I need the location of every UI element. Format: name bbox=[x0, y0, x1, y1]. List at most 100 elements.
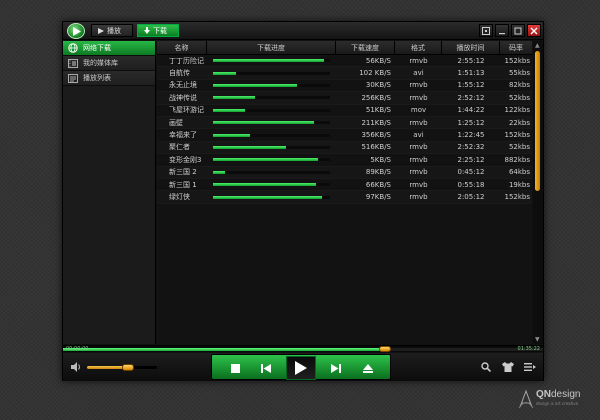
cell-progress bbox=[207, 191, 336, 203]
cell-time: 1:22:45 bbox=[457, 131, 485, 140]
eject-icon bbox=[363, 363, 373, 373]
play-icon bbox=[98, 27, 104, 34]
cell-format: rmvb bbox=[409, 93, 428, 102]
volume-thumb[interactable] bbox=[121, 364, 134, 371]
table-row[interactable]: 变形金刚3 5KB/S rmvb 2:25:12 882kbs bbox=[157, 154, 532, 167]
table-row[interactable]: 丁丁历险记 56KB/S rmvb 2:55:12 152kbs bbox=[157, 55, 532, 68]
cell-name: 永无止境 bbox=[169, 81, 197, 90]
table-row[interactable]: 自航传 102 KB/S avi 1:51:13 55kbs bbox=[157, 67, 532, 80]
player-window: 播放 下载 网络下载 我的媒体库 播放列表 名称 下载进度 下载速度 格式 播放… bbox=[62, 21, 544, 381]
table-row[interactable]: 新三国 2 89KB/S rmvb 0:45:12 64kbs bbox=[157, 166, 532, 179]
table-row[interactable]: 幸福来了 356KB/S avi 1:22:45 152kbs bbox=[157, 129, 532, 142]
qn-design-logo-icon bbox=[518, 389, 534, 409]
volume-slider[interactable] bbox=[87, 364, 157, 371]
progress-track bbox=[213, 195, 330, 199]
progress-track bbox=[213, 158, 330, 162]
sidebar: 网络下载 我的媒体库 播放列表 bbox=[63, 41, 156, 344]
tab-play[interactable]: 播放 bbox=[91, 24, 133, 37]
column-header-progress[interactable]: 下载进度 bbox=[207, 40, 336, 55]
cell-time: 2:55:12 bbox=[457, 56, 485, 65]
cell-time: 0:45:12 bbox=[457, 168, 485, 177]
table-row[interactable]: 飞屋环游记 51KB/S mov 1:44:22 122kbs bbox=[157, 105, 532, 117]
search-button[interactable] bbox=[479, 361, 493, 373]
column-header-bitrate[interactable]: 码率 bbox=[500, 41, 532, 55]
scroll-down-icon[interactable]: ▼ bbox=[535, 336, 540, 343]
cell-name: 画壁 bbox=[169, 118, 183, 127]
sidebar-item-playlist[interactable]: 播放列表 bbox=[63, 71, 155, 86]
list-rows: 丁丁历险记 56KB/S rmvb 2:55:12 152kbs 自航传 102 KB/S a… bbox=[157, 55, 532, 204]
progress-track bbox=[213, 121, 330, 125]
close-button[interactable] bbox=[527, 24, 541, 37]
cell-speed: 5KB/S bbox=[370, 155, 391, 164]
table-row[interactable]: 战神传说 256KB/S rmvb 2:52:12 52kbs bbox=[157, 92, 532, 105]
sidebar-item-label: 播放列表 bbox=[83, 74, 111, 82]
sidebar-item-label: 网络下载 bbox=[83, 44, 111, 52]
seek-thumb[interactable] bbox=[378, 346, 391, 352]
progress-fill bbox=[213, 71, 237, 75]
menu-icon bbox=[524, 363, 536, 371]
download-list: 名称 下载进度 下载速度 格式 播放时间 码率 丁丁历险记 56KB/S rmvb 2… bbox=[157, 40, 532, 344]
volume-icon[interactable] bbox=[71, 362, 82, 374]
progress-fill bbox=[213, 83, 298, 87]
cell-format: avi bbox=[413, 69, 424, 78]
progress-track bbox=[213, 183, 330, 187]
tab-play-label: 播放 bbox=[107, 26, 121, 35]
table-row[interactable]: 聚仁者 516KB/S rmvb 2:52:32 52kbs bbox=[157, 141, 532, 155]
seek-bar[interactable]: 00:00:00 01:35:22 bbox=[63, 345, 543, 352]
cell-time: 1:55:12 bbox=[457, 81, 485, 90]
maximize-button[interactable] bbox=[511, 24, 525, 37]
cell-name: 新三国 1 bbox=[169, 180, 197, 189]
control-bar bbox=[63, 353, 543, 381]
progress-track bbox=[213, 133, 330, 137]
play-button[interactable] bbox=[286, 356, 316, 380]
sidebar-item-label: 我的媒体库 bbox=[83, 59, 118, 67]
column-header-name[interactable]: 名称 bbox=[157, 40, 207, 55]
eject-button[interactable] bbox=[361, 362, 375, 374]
table-row[interactable]: 永无止境 30KB/S rmvb 1:55:12 82kbs bbox=[157, 80, 532, 93]
next-icon bbox=[331, 363, 341, 373]
minimize-button[interactable] bbox=[495, 24, 509, 37]
mini-mode-button[interactable] bbox=[479, 24, 493, 37]
cell-time: 1:51:13 bbox=[457, 69, 485, 78]
globe-icon bbox=[67, 43, 78, 53]
mini-mode-icon bbox=[482, 26, 490, 35]
cell-bitrate: 82kbs bbox=[508, 81, 530, 90]
previous-button[interactable] bbox=[259, 362, 273, 374]
cell-speed: 89KB/S bbox=[365, 168, 391, 177]
next-button[interactable] bbox=[329, 362, 343, 374]
column-header-format[interactable]: 格式 bbox=[395, 40, 442, 55]
sidebar-item-media-library[interactable]: 我的媒体库 bbox=[63, 56, 155, 71]
skin-button[interactable] bbox=[501, 361, 515, 373]
table-row[interactable]: 画壁 211KB/S rmvb 1:25:12 22kbs bbox=[157, 116, 532, 130]
progress-fill bbox=[213, 183, 316, 187]
watermark: QNdesign design is art creative bbox=[514, 389, 594, 413]
table-row[interactable]: 绿灯侠 97KB/S rmvb 2:05:12 152kbs bbox=[157, 191, 532, 204]
cell-format: rmvb bbox=[409, 193, 428, 201]
cell-speed: 30KB/S bbox=[365, 81, 391, 90]
progress-fill bbox=[213, 96, 256, 100]
cell-bitrate: 52kbs bbox=[508, 143, 530, 152]
cell-bitrate: 19kbs bbox=[508, 180, 530, 189]
cell-bitrate: 55kbs bbox=[508, 69, 530, 78]
progress-track bbox=[213, 145, 330, 149]
cell-format: rmvb bbox=[409, 155, 428, 164]
cell-name: 绿灯侠 bbox=[169, 193, 190, 201]
stop-button[interactable] bbox=[228, 362, 242, 374]
cell-bitrate: 64kbs bbox=[508, 168, 530, 177]
sidebar-item-network-download[interactable]: 网络下载 bbox=[63, 41, 155, 56]
column-header-time[interactable]: 播放时间 bbox=[442, 40, 500, 55]
cell-name: 自航传 bbox=[169, 69, 190, 78]
cell-format: rmvb bbox=[409, 56, 428, 65]
time-elapsed: 00:00:00 bbox=[66, 346, 89, 352]
cell-progress bbox=[207, 141, 336, 153]
menu-button[interactable] bbox=[523, 361, 537, 373]
tab-download[interactable]: 下载 bbox=[137, 24, 179, 37]
cell-speed: 51KB/S bbox=[365, 106, 391, 115]
column-header-speed[interactable]: 下载速度 bbox=[336, 40, 395, 55]
scrollbar-thumb[interactable] bbox=[535, 51, 540, 191]
table-row[interactable]: 新三国 1 66KB/S rmvb 0:55:18 19kbs bbox=[157, 179, 532, 192]
seek-track[interactable] bbox=[63, 346, 543, 352]
scroll-up-icon[interactable]: ▲ bbox=[535, 42, 540, 49]
vertical-scrollbar[interactable]: ▲ ▼ bbox=[533, 41, 543, 344]
cell-time: 2:05:12 bbox=[457, 193, 485, 201]
